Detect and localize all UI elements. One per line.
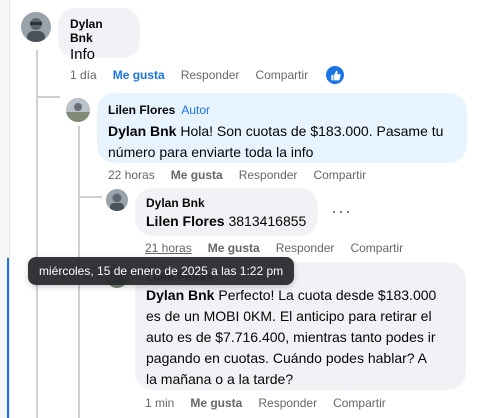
mention-link[interactable]: Dylan Bnk <box>146 287 214 303</box>
share-button[interactable]: Compartir <box>350 241 403 255</box>
thread-connector <box>36 50 38 418</box>
thumbs-up-icon[interactable] <box>326 66 344 84</box>
comment-time[interactable]: 1 min <box>145 396 174 410</box>
reply-button[interactable]: Responder <box>239 168 298 182</box>
thread-connector-branch <box>78 196 102 198</box>
comment-time[interactable]: 22 horas <box>108 168 155 182</box>
comment-bubble: Lilen Flores Autor Dylan Bnk Hola! Son cu… <box>97 93 467 163</box>
comment-text-line: es de un MOBI 0KM. El anticipo para reti… <box>146 308 432 324</box>
comment-text: Dylan Bnk Hola! Son cuotas de $183.000. … <box>108 121 456 163</box>
like-button[interactable]: Me gusta <box>208 241 260 255</box>
comment-actions: 1 min Me gusta Responder Compartir <box>145 396 402 410</box>
comment-text-line: auto es de $7.716.400, mientras tanto po… <box>146 329 436 345</box>
comment-text-line: la mañana o a la tarde? <box>146 371 294 387</box>
comment-text: Info <box>70 46 96 63</box>
reply-button[interactable]: Responder <box>258 396 317 410</box>
mention-link[interactable]: Lilen Flores <box>146 213 225 229</box>
more-horizontal-icon[interactable]: ··· <box>331 201 352 222</box>
mention-link[interactable]: Dylan Bnk <box>108 123 176 139</box>
share-button[interactable]: Compartir <box>255 68 308 82</box>
comment-bubble: Dylan Bnk Info <box>58 8 140 63</box>
comment-text-line: 3813416855 <box>224 213 307 229</box>
comment-author[interactable]: Dylan Bnk <box>146 196 307 210</box>
share-button[interactable]: Compartir <box>313 168 366 182</box>
comment-text-line: Hola! Son cuotas de $183.000. Pasame tu <box>176 123 444 139</box>
avatar[interactable] <box>21 12 51 42</box>
avatar[interactable] <box>66 98 90 122</box>
reply-button[interactable]: Responder <box>276 241 335 255</box>
avatar[interactable] <box>106 189 128 211</box>
comment-text-line: pagando en cuotas. Cuándo podes hablar? … <box>146 350 428 366</box>
comment-actions: 1 día Me gusta Responder Compartir <box>70 68 324 82</box>
like-button[interactable]: Me gusta <box>171 168 223 182</box>
thread-accent-line <box>7 258 9 418</box>
comment-author[interactable]: Dylan Bnk <box>70 17 128 45</box>
comment-text: Lilen Flores 3813416855 <box>146 211 307 232</box>
comment-text-line: número para enviarte toda la info <box>108 144 314 160</box>
comment-text-line: Perfecto! La cuota desde $183.000 <box>214 287 437 303</box>
like-button[interactable]: Me gusta <box>190 396 242 410</box>
author-badge: Autor <box>181 103 211 117</box>
comment-actions: 21 horas Me gusta Responder Compartir <box>145 241 419 255</box>
comment-time[interactable]: 1 día <box>70 68 97 82</box>
comment-time[interactable]: 21 horas <box>145 241 192 255</box>
comment-actions: 22 horas Me gusta Responder Compartir <box>108 168 382 182</box>
like-button[interactable]: Me gusta <box>113 68 165 82</box>
share-button[interactable]: Compartir <box>333 396 386 410</box>
comment-text: Dylan Bnk Perfecto! La cuota desde $183.… <box>146 285 455 390</box>
timestamp-tooltip: miércoles, 15 de enero de 2025 a las 1:2… <box>28 257 295 285</box>
reply-button[interactable]: Responder <box>181 68 240 82</box>
comment-author[interactable]: Lilen Flores <box>108 103 175 117</box>
comment-bubble: Dylan Bnk Lilen Flores 3813416855 <box>135 188 318 236</box>
thread-connector-branch <box>36 96 60 98</box>
